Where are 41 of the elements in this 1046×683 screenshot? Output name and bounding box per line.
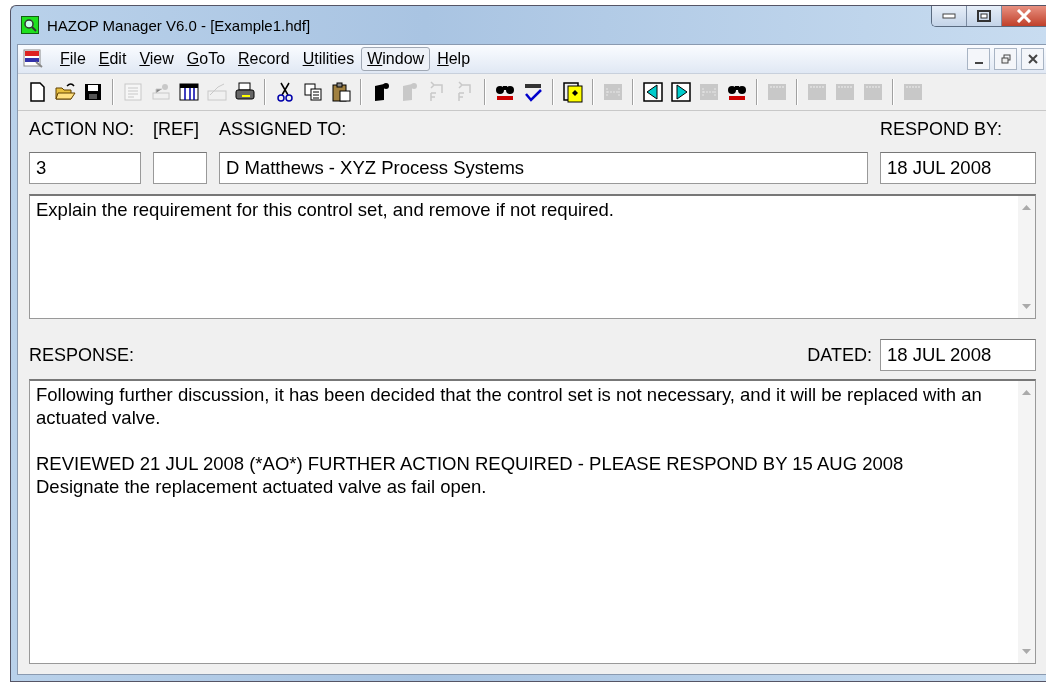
menu-item[interactable]: Record xyxy=(232,47,296,71)
respond-by-field[interactable]: 18 JUL 2008 xyxy=(880,152,1036,184)
spell-check-icon[interactable] xyxy=(522,81,544,103)
maximize-button[interactable] xyxy=(967,6,1002,26)
clipboard-icon[interactable] xyxy=(330,81,352,103)
document-icon xyxy=(22,49,44,69)
app-icon xyxy=(21,16,39,34)
menu-item[interactable]: View xyxy=(133,47,180,71)
open-folder-icon[interactable] xyxy=(54,81,76,103)
menu-item[interactable]: Help xyxy=(431,47,477,71)
field-label: RESPOND BY: xyxy=(880,119,1004,140)
field-label: RESPONSE: xyxy=(29,344,135,366)
field-label: ACTION NO: xyxy=(29,119,135,140)
menu-item[interactable]: File xyxy=(54,47,92,71)
assigned-to-field[interactable]: D Matthews - XYZ Process Systems xyxy=(219,152,868,184)
close-icon xyxy=(1016,9,1032,23)
copy-icon[interactable] xyxy=(302,81,324,103)
printer-icon[interactable] xyxy=(234,81,256,103)
table-icon[interactable] xyxy=(178,81,200,103)
window-title: HAZOP Manager V6.0 - [Example1.hdf] xyxy=(47,16,311,34)
marker-icon[interactable] xyxy=(562,81,584,103)
restore-icon xyxy=(1000,54,1011,64)
minimize-icon xyxy=(974,62,983,64)
minimize-icon xyxy=(942,13,956,19)
minimize-button[interactable] xyxy=(967,48,990,70)
menu-item[interactable]: Edit xyxy=(92,47,133,71)
dated-field[interactable]: 18 JUL 2008 xyxy=(880,339,1036,371)
restore-button[interactable] xyxy=(994,48,1017,70)
close-button[interactable] xyxy=(1021,48,1044,70)
maximize-icon xyxy=(977,10,991,22)
menu-item[interactable]: Window xyxy=(361,47,431,71)
field-label: [REF] xyxy=(153,119,200,140)
close-button[interactable] xyxy=(1002,6,1046,26)
menu-item[interactable]: GoTo xyxy=(180,47,232,71)
scissors-icon[interactable] xyxy=(274,81,296,103)
menu-item[interactable]: Utilities xyxy=(296,47,361,71)
action-number-field[interactable]: 3 xyxy=(29,152,141,184)
reference-field[interactable] xyxy=(153,152,207,184)
field-label: DATED: xyxy=(807,344,872,366)
close-icon xyxy=(1027,54,1038,64)
field-label: ASSIGNED TO: xyxy=(219,119,348,140)
